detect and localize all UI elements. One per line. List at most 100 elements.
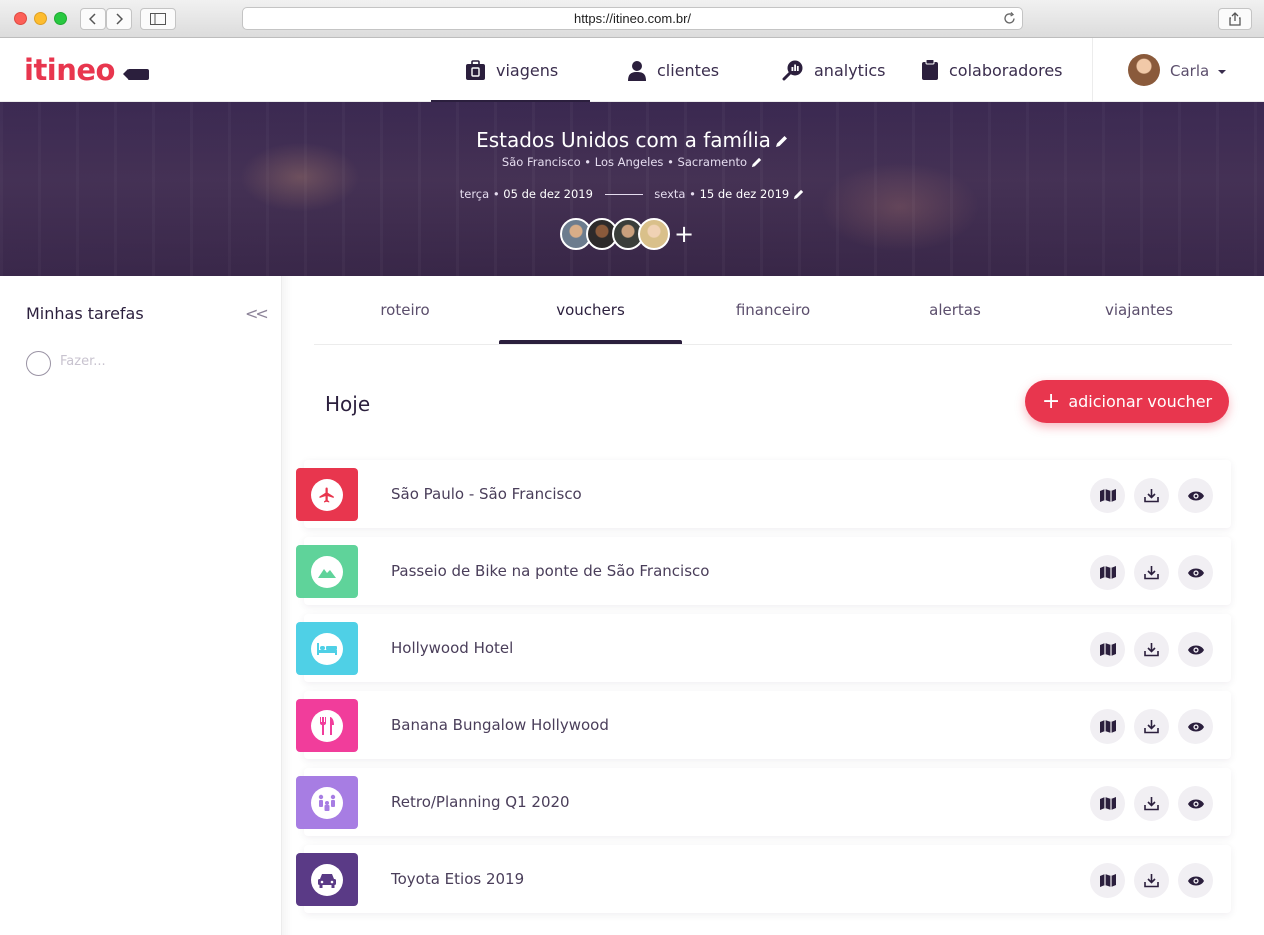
map-icon: [1099, 489, 1116, 502]
hero-decoration: [240, 142, 360, 212]
voucher-title[interactable]: Retro/Planning Q1 2020: [391, 793, 570, 811]
back-button[interactable]: [80, 8, 106, 30]
nav-clientes[interactable]: clientes: [627, 38, 719, 102]
user-avatar[interactable]: [1128, 54, 1160, 86]
download-button[interactable]: [1134, 863, 1169, 898]
nav-viagens[interactable]: viagens: [465, 38, 558, 102]
sidebar-toggle-button[interactable]: [140, 8, 176, 30]
nav-analytics[interactable]: analytics: [782, 38, 886, 102]
address-bar[interactable]: https://itineo.com.br/: [242, 7, 1023, 30]
download-icon: [1144, 643, 1159, 657]
list-item[interactable]: Hollywood Hotel: [296, 614, 1232, 682]
url-text: https://itineo.com.br/: [573, 11, 692, 26]
download-button[interactable]: [1134, 709, 1169, 744]
tasks-sidebar: Minhas tarefas <<: [0, 276, 282, 935]
user-name[interactable]: Carla: [1170, 62, 1209, 80]
view-button[interactable]: [1178, 863, 1213, 898]
add-traveler-button[interactable]: +: [674, 222, 694, 246]
view-button[interactable]: [1178, 555, 1213, 590]
map-button[interactable]: [1090, 709, 1125, 744]
voucher-type-badge: [296, 853, 358, 906]
download-icon: [1144, 566, 1159, 580]
voucher-title[interactable]: Passeio de Bike na ponte de São Francisc…: [391, 562, 709, 580]
edit-pencil-icon[interactable]: [793, 189, 804, 200]
voucher-type-badge: [296, 776, 358, 829]
voucher-title[interactable]: Banana Bungalow Hollywood: [391, 716, 609, 734]
bed-icon: [317, 642, 337, 655]
chevron-right-icon: [116, 13, 123, 25]
sidebar-icon: [150, 13, 166, 25]
tab-viajantes[interactable]: viajantes: [1046, 276, 1232, 344]
chevron-down-icon[interactable]: [1218, 70, 1226, 74]
nav-analytics-label: analytics: [814, 60, 886, 80]
share-button[interactable]: [1218, 8, 1252, 30]
view-button[interactable]: [1178, 709, 1213, 744]
view-button[interactable]: [1178, 632, 1213, 667]
download-button[interactable]: [1134, 786, 1169, 821]
logo-tag-icon: [123, 69, 149, 80]
sidebar-shadow: [282, 276, 292, 935]
voucher-title[interactable]: Toyota Etios 2019: [391, 870, 524, 888]
date-separator: [604, 194, 643, 195]
trip-cities: São Francisco • Los Angeles • Sacramento: [0, 155, 1264, 169]
eye-icon: [1187, 722, 1204, 731]
edit-pencil-icon[interactable]: [751, 157, 762, 168]
voucher-type-badge: [296, 545, 358, 598]
trip-title-text[interactable]: Estados Unidos com a família: [476, 128, 771, 152]
itineo-logo[interactable]: itineo: [24, 52, 115, 88]
nav-colaboradores-label: colaboradores: [949, 60, 1063, 80]
list-item[interactable]: Toyota Etios 2019: [296, 845, 1232, 913]
todo-input[interactable]: [60, 354, 260, 369]
list-item[interactable]: Banana Bungalow Hollywood: [296, 691, 1232, 759]
map-button[interactable]: [1090, 786, 1125, 821]
view-button[interactable]: [1178, 786, 1213, 821]
list-item[interactable]: Retro/Planning Q1 2020: [296, 768, 1232, 836]
plus-icon: +: [1041, 388, 1061, 414]
sidebar-title: Minhas tarefas: [26, 304, 144, 323]
nav-colaboradores[interactable]: colaboradores: [921, 38, 1063, 102]
map-icon: [1099, 643, 1116, 656]
end-date[interactable]: 15 de dez 2019: [700, 187, 790, 201]
download-button[interactable]: [1134, 632, 1169, 667]
tab-vouchers[interactable]: vouchers: [499, 276, 682, 344]
person-icon: [628, 60, 646, 81]
edit-pencil-icon[interactable]: [775, 135, 788, 148]
view-button[interactable]: [1178, 478, 1213, 513]
minimize-window-button[interactable]: [34, 12, 47, 25]
reload-icon[interactable]: [1003, 12, 1016, 25]
add-voucher-button[interactable]: + adicionar voucher: [1025, 380, 1229, 423]
map-button[interactable]: [1090, 555, 1125, 590]
tab-alertas[interactable]: alertas: [864, 276, 1046, 344]
voucher-type-badge: [296, 699, 358, 752]
download-button[interactable]: [1134, 555, 1169, 590]
map-icon: [1099, 797, 1116, 810]
trip-cities-text[interactable]: São Francisco • Los Angeles • Sacramento: [502, 155, 747, 169]
list-item[interactable]: Passeio de Bike na ponte de São Francisc…: [296, 537, 1232, 605]
cutlery-icon: [320, 716, 334, 735]
map-icon: [1099, 566, 1116, 579]
traveler-avatar[interactable]: [638, 218, 670, 250]
list-item[interactable]: São Paulo - São Francisco: [296, 460, 1232, 528]
eye-icon: [1187, 799, 1204, 808]
collapse-sidebar-button[interactable]: <<: [245, 304, 269, 323]
chevron-left-icon: [89, 13, 96, 25]
map-icon: [1099, 874, 1116, 887]
map-button[interactable]: [1090, 632, 1125, 667]
voucher-title[interactable]: São Paulo - São Francisco: [391, 485, 582, 503]
eye-icon: [1187, 876, 1204, 885]
map-button[interactable]: [1090, 863, 1125, 898]
map-button[interactable]: [1090, 478, 1125, 513]
voucher-title[interactable]: Hollywood Hotel: [391, 639, 513, 657]
forward-button[interactable]: [106, 8, 132, 30]
end-weekday: sexta •: [654, 187, 696, 201]
zoom-window-button[interactable]: [54, 12, 67, 25]
tab-roteiro[interactable]: roteiro: [314, 276, 496, 344]
tab-financeiro[interactable]: financeiro: [682, 276, 864, 344]
hero-decoration: [820, 162, 980, 252]
trip-title: Estados Unidos com a família: [0, 128, 1264, 152]
close-window-button[interactable]: [14, 12, 27, 25]
todo-checkbox[interactable]: [26, 351, 51, 376]
voucher-type-badge: [296, 468, 358, 521]
download-button[interactable]: [1134, 478, 1169, 513]
start-date[interactable]: 05 de dez 2019: [503, 187, 593, 201]
